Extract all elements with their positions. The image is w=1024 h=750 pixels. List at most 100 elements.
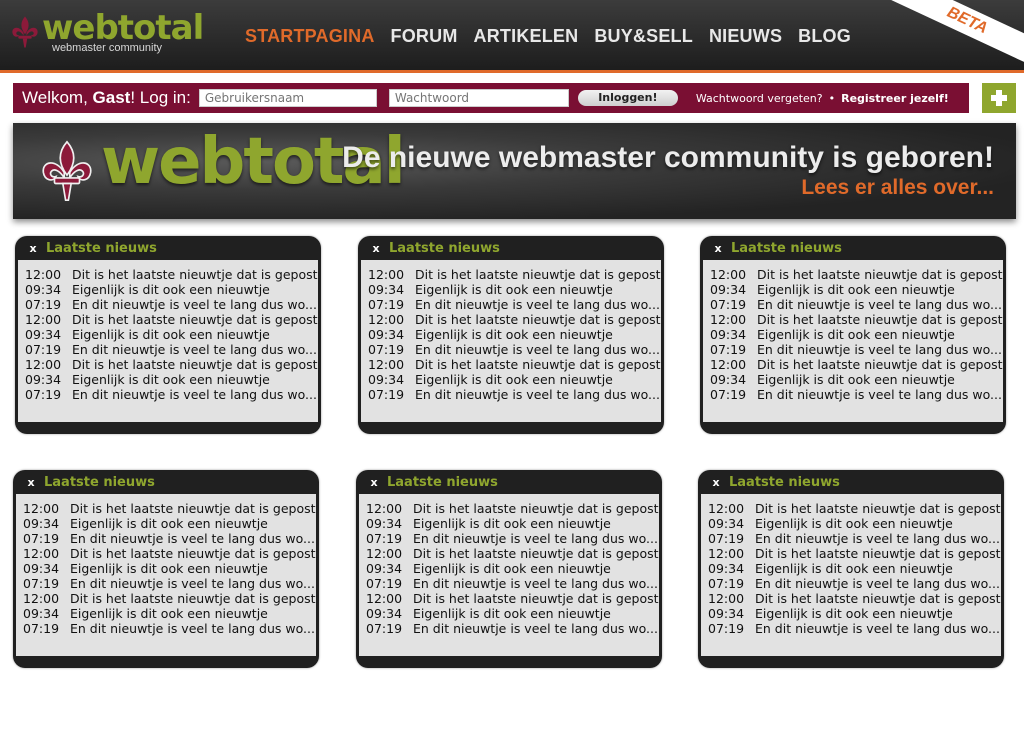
news-item[interactable]: 09:34 Eigenlijk is dit ook een nieuwtje	[361, 327, 661, 342]
news-title-link[interactable]: Eigenlijk is dit ook een nieuwtje	[755, 516, 1001, 531]
register-link[interactable]: Registreer jezelf!	[841, 92, 949, 105]
nav-nieuws[interactable]: NIEUWS	[709, 26, 782, 47]
news-title-link[interactable]: En dit nieuwtje is veel te lang dus wo..…	[413, 621, 659, 636]
news-title-link[interactable]: Eigenlijk is dit ook een nieuwtje	[757, 372, 1003, 387]
news-title-link[interactable]: Dit is het laatste nieuwtje dat is gepos…	[72, 312, 318, 327]
news-title-link[interactable]: En dit nieuwtje is veel te lang dus wo..…	[757, 387, 1003, 402]
news-item[interactable]: 12:00 Dit is het laatste nieuwtje dat is …	[703, 267, 1003, 282]
news-title-link[interactable]: Dit is het laatste nieuwtje dat is gepos…	[755, 546, 1001, 561]
news-title-link[interactable]: Eigenlijk is dit ook een nieuwtje	[70, 561, 316, 576]
news-title-link[interactable]: Dit is het laatste nieuwtje dat is gepos…	[757, 357, 1003, 372]
news-title-link[interactable]: Eigenlijk is dit ook een nieuwtje	[70, 516, 316, 531]
news-item[interactable]: 12:00 Dit is het laatste nieuwtje dat is …	[18, 357, 318, 372]
news-item[interactable]: 07:19 En dit nieuwtje is veel te lang dus…	[359, 531, 659, 546]
news-item[interactable]: 09:34 Eigenlijk is dit ook een nieuwtje	[359, 606, 659, 621]
news-title-link[interactable]: Dit is het laatste nieuwtje dat is gepos…	[755, 591, 1001, 606]
news-item[interactable]: 12:00 Dit is het laatste nieuwtje dat is …	[359, 591, 659, 606]
news-title-link[interactable]: Dit is het laatste nieuwtje dat is gepos…	[70, 501, 316, 516]
news-item[interactable]: 12:00 Dit is het laatste nieuwtje dat is …	[18, 312, 318, 327]
login-button[interactable]: Inloggen!	[577, 90, 678, 106]
news-item[interactable]: 09:34 Eigenlijk is dit ook een nieuwtje	[18, 372, 318, 387]
news-title-link[interactable]: Dit is het laatste nieuwtje dat is gepos…	[755, 501, 1001, 516]
news-title-link[interactable]: En dit nieuwtje is veel te lang dus wo..…	[415, 342, 661, 357]
news-title-link[interactable]: Eigenlijk is dit ook een nieuwtje	[415, 282, 661, 297]
news-item[interactable]: 07:19 En dit nieuwtje is veel te lang dus…	[18, 387, 318, 402]
news-item[interactable]: 12:00 Dit is het laatste nieuwtje dat is …	[701, 591, 1001, 606]
news-item[interactable]: 12:00 Dit is het laatste nieuwtje dat is …	[703, 357, 1003, 372]
news-title-link[interactable]: En dit nieuwtje is veel te lang dus wo..…	[72, 297, 318, 312]
news-title-link[interactable]: En dit nieuwtje is veel te lang dus wo..…	[70, 621, 316, 636]
nav-forum[interactable]: FORUM	[391, 26, 458, 47]
nav-buy-sell[interactable]: BUY&SELL	[594, 26, 693, 47]
news-title-link[interactable]: En dit nieuwtje is veel te lang dus wo..…	[70, 576, 316, 591]
news-title-link[interactable]: Dit is het laatste nieuwtje dat is gepos…	[415, 357, 661, 372]
banner-read-more-link[interactable]: Lees er alles over...	[801, 176, 994, 200]
close-widget-button[interactable]: x	[709, 476, 723, 489]
nav-artikelen[interactable]: ARTIKELEN	[474, 26, 579, 47]
news-title-link[interactable]: En dit nieuwtje is veel te lang dus wo..…	[413, 576, 659, 591]
news-item[interactable]: 07:19 En dit nieuwtje is veel te lang dus…	[701, 531, 1001, 546]
username-input[interactable]	[198, 89, 377, 107]
news-item[interactable]: 12:00 Dit is het laatste nieuwtje dat is …	[16, 591, 316, 606]
news-title-link[interactable]: En dit nieuwtje is veel te lang dus wo..…	[755, 531, 1001, 546]
news-item[interactable]: 12:00 Dit is het laatste nieuwtje dat is …	[359, 501, 659, 516]
news-title-link[interactable]: En dit nieuwtje is veel te lang dus wo..…	[755, 621, 1001, 636]
close-widget-button[interactable]: x	[711, 242, 725, 255]
news-item[interactable]: 12:00 Dit is het laatste nieuwtje dat is …	[18, 267, 318, 282]
close-widget-button[interactable]: x	[26, 242, 40, 255]
news-title-link[interactable]: Dit is het laatste nieuwtje dat is gepos…	[70, 546, 316, 561]
news-item[interactable]: 12:00 Dit is het laatste nieuwtje dat is …	[361, 312, 661, 327]
news-item[interactable]: 09:34 Eigenlijk is dit ook een nieuwtje	[361, 282, 661, 297]
add-widget-button[interactable]	[982, 83, 1016, 113]
news-item[interactable]: 09:34 Eigenlijk is dit ook een nieuwtje	[703, 282, 1003, 297]
news-title-link[interactable]: Eigenlijk is dit ook een nieuwtje	[72, 327, 318, 342]
forgot-password-link[interactable]: Wachtwoord vergeten?	[696, 92, 823, 105]
news-title-link[interactable]: Dit is het laatste nieuwtje dat is gepos…	[72, 267, 318, 282]
close-widget-button[interactable]: x	[369, 242, 383, 255]
news-title-link[interactable]: Dit is het laatste nieuwtje dat is gepos…	[413, 546, 659, 561]
news-title-link[interactable]: Dit is het laatste nieuwtje dat is gepos…	[757, 267, 1003, 282]
news-title-link[interactable]: Eigenlijk is dit ook een nieuwtje	[72, 282, 318, 297]
news-title-link[interactable]: Eigenlijk is dit ook een nieuwtje	[757, 282, 1003, 297]
news-item[interactable]: 09:34 Eigenlijk is dit ook een nieuwtje	[361, 372, 661, 387]
news-title-link[interactable]: En dit nieuwtje is veel te lang dus wo..…	[757, 342, 1003, 357]
news-title-link[interactable]: En dit nieuwtje is veel te lang dus wo..…	[70, 531, 316, 546]
news-title-link[interactable]: En dit nieuwtje is veel te lang dus wo..…	[415, 297, 661, 312]
news-title-link[interactable]: Dit is het laatste nieuwtje dat is gepos…	[415, 267, 661, 282]
news-title-link[interactable]: Dit is het laatste nieuwtje dat is gepos…	[72, 357, 318, 372]
nav-blog[interactable]: BLOG	[798, 26, 851, 47]
news-item[interactable]: 09:34 Eigenlijk is dit ook een nieuwtje	[701, 606, 1001, 621]
news-item[interactable]: 12:00 Dit is het laatste nieuwtje dat is …	[361, 357, 661, 372]
news-title-link[interactable]: Eigenlijk is dit ook een nieuwtje	[755, 561, 1001, 576]
news-item[interactable]: 07:19 En dit nieuwtje is veel te lang dus…	[18, 297, 318, 312]
news-item[interactable]: 09:34 Eigenlijk is dit ook een nieuwtje	[18, 282, 318, 297]
password-input[interactable]	[388, 89, 569, 107]
news-item[interactable]: 07:19 En dit nieuwtje is veel te lang dus…	[703, 387, 1003, 402]
news-item[interactable]: 12:00 Dit is het laatste nieuwtje dat is …	[16, 501, 316, 516]
news-item[interactable]: 07:19 En dit nieuwtje is veel te lang dus…	[701, 621, 1001, 636]
news-item[interactable]: 07:19 En dit nieuwtje is veel te lang dus…	[16, 576, 316, 591]
news-item[interactable]: 07:19 En dit nieuwtje is veel te lang dus…	[703, 297, 1003, 312]
news-item[interactable]: 09:34 Eigenlijk is dit ook een nieuwtje	[359, 561, 659, 576]
news-title-link[interactable]: En dit nieuwtje is veel te lang dus wo..…	[415, 387, 661, 402]
news-item[interactable]: 07:19 En dit nieuwtje is veel te lang dus…	[701, 576, 1001, 591]
news-item[interactable]: 12:00 Dit is het laatste nieuwtje dat is …	[701, 501, 1001, 516]
news-item[interactable]: 07:19 En dit nieuwtje is veel te lang dus…	[18, 342, 318, 357]
news-item[interactable]: 07:19 En dit nieuwtje is veel te lang dus…	[361, 387, 661, 402]
news-title-link[interactable]: Eigenlijk is dit ook een nieuwtje	[757, 327, 1003, 342]
news-title-link[interactable]: En dit nieuwtje is veel te lang dus wo..…	[757, 297, 1003, 312]
news-item[interactable]: 09:34 Eigenlijk is dit ook een nieuwtje	[701, 516, 1001, 531]
news-title-link[interactable]: En dit nieuwtje is veel te lang dus wo..…	[72, 387, 318, 402]
news-item[interactable]: 09:34 Eigenlijk is dit ook een nieuwtje	[359, 516, 659, 531]
news-title-link[interactable]: Eigenlijk is dit ook een nieuwtje	[413, 561, 659, 576]
news-item[interactable]: 07:19 En dit nieuwtje is veel te lang dus…	[361, 342, 661, 357]
news-title-link[interactable]: Eigenlijk is dit ook een nieuwtje	[413, 516, 659, 531]
news-item[interactable]: 12:00 Dit is het laatste nieuwtje dat is …	[16, 546, 316, 561]
news-title-link[interactable]: En dit nieuwtje is veel te lang dus wo..…	[755, 576, 1001, 591]
news-title-link[interactable]: Dit is het laatste nieuwtje dat is gepos…	[413, 591, 659, 606]
news-title-link[interactable]: Dit is het laatste nieuwtje dat is gepos…	[413, 501, 659, 516]
news-item[interactable]: 09:34 Eigenlijk is dit ook een nieuwtje	[16, 606, 316, 621]
news-item[interactable]: 07:19 En dit nieuwtje is veel te lang dus…	[359, 621, 659, 636]
news-title-link[interactable]: Eigenlijk is dit ook een nieuwtje	[755, 606, 1001, 621]
news-title-link[interactable]: Eigenlijk is dit ook een nieuwtje	[415, 372, 661, 387]
